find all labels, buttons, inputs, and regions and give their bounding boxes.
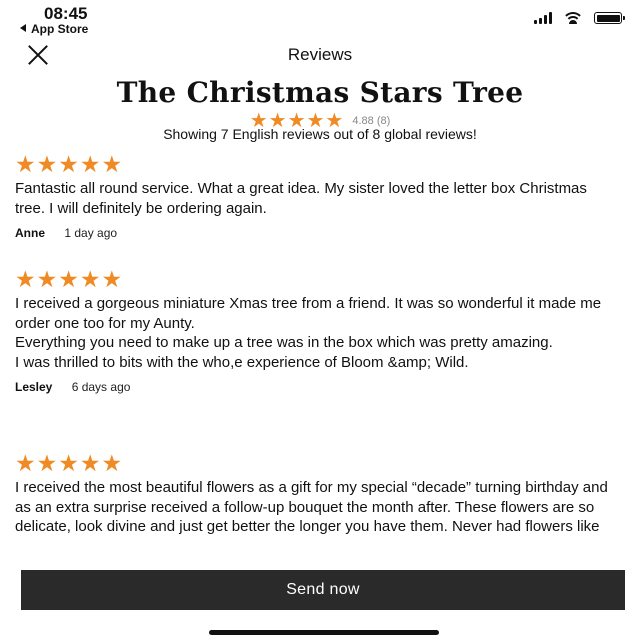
back-triangle-icon bbox=[20, 24, 26, 32]
home-indicator[interactable] bbox=[209, 630, 439, 635]
review-author: Anne bbox=[15, 226, 45, 240]
review-text: Fantastic all round service. What a grea… bbox=[15, 180, 587, 217]
review-stars-icon: ★★★★★ bbox=[15, 151, 124, 177]
review-stars-icon: ★★★★★ bbox=[15, 266, 124, 292]
status-time: 08:45 bbox=[44, 4, 88, 23]
review-text: I received a gorgeous miniature Xmas tre… bbox=[15, 295, 602, 371]
send-now-button[interactable]: Send now bbox=[21, 570, 625, 610]
rating-value: 4.88 (8) bbox=[352, 114, 391, 127]
review-stars-icon: ★★★★★ bbox=[15, 450, 124, 476]
wifi-icon bbox=[564, 12, 582, 24]
review-text: I received the most beautiful flowers as… bbox=[15, 479, 608, 535]
review-meta: Lesley 6 days ago bbox=[15, 380, 620, 394]
page-title: Reviews bbox=[287, 45, 353, 64]
back-app-label: App Store bbox=[31, 22, 89, 36]
review-date: 6 days ago bbox=[71, 380, 131, 394]
battery-icon bbox=[594, 12, 625, 24]
product-name: The Christmas Stars Tree bbox=[116, 76, 524, 109]
review-item: ★★★★★ I received the most beautiful flow… bbox=[15, 450, 620, 537]
system-icons bbox=[534, 10, 625, 24]
back-to-app-link[interactable]: App Store bbox=[20, 22, 88, 36]
review-item: ★★★★★ Fantastic all round service. What … bbox=[15, 151, 620, 240]
review-author: Lesley bbox=[15, 380, 53, 394]
review-date: 1 day ago bbox=[64, 226, 118, 240]
review-item: ★★★★★ I received a gorgeous miniature Xm… bbox=[15, 266, 620, 394]
signal-icon bbox=[534, 12, 552, 24]
review-meta: Anne 1 day ago bbox=[15, 226, 620, 240]
reviews-summary: Showing 7 English reviews out of 8 globa… bbox=[163, 126, 477, 142]
status-bar: 08:45 App Store bbox=[0, 0, 640, 40]
